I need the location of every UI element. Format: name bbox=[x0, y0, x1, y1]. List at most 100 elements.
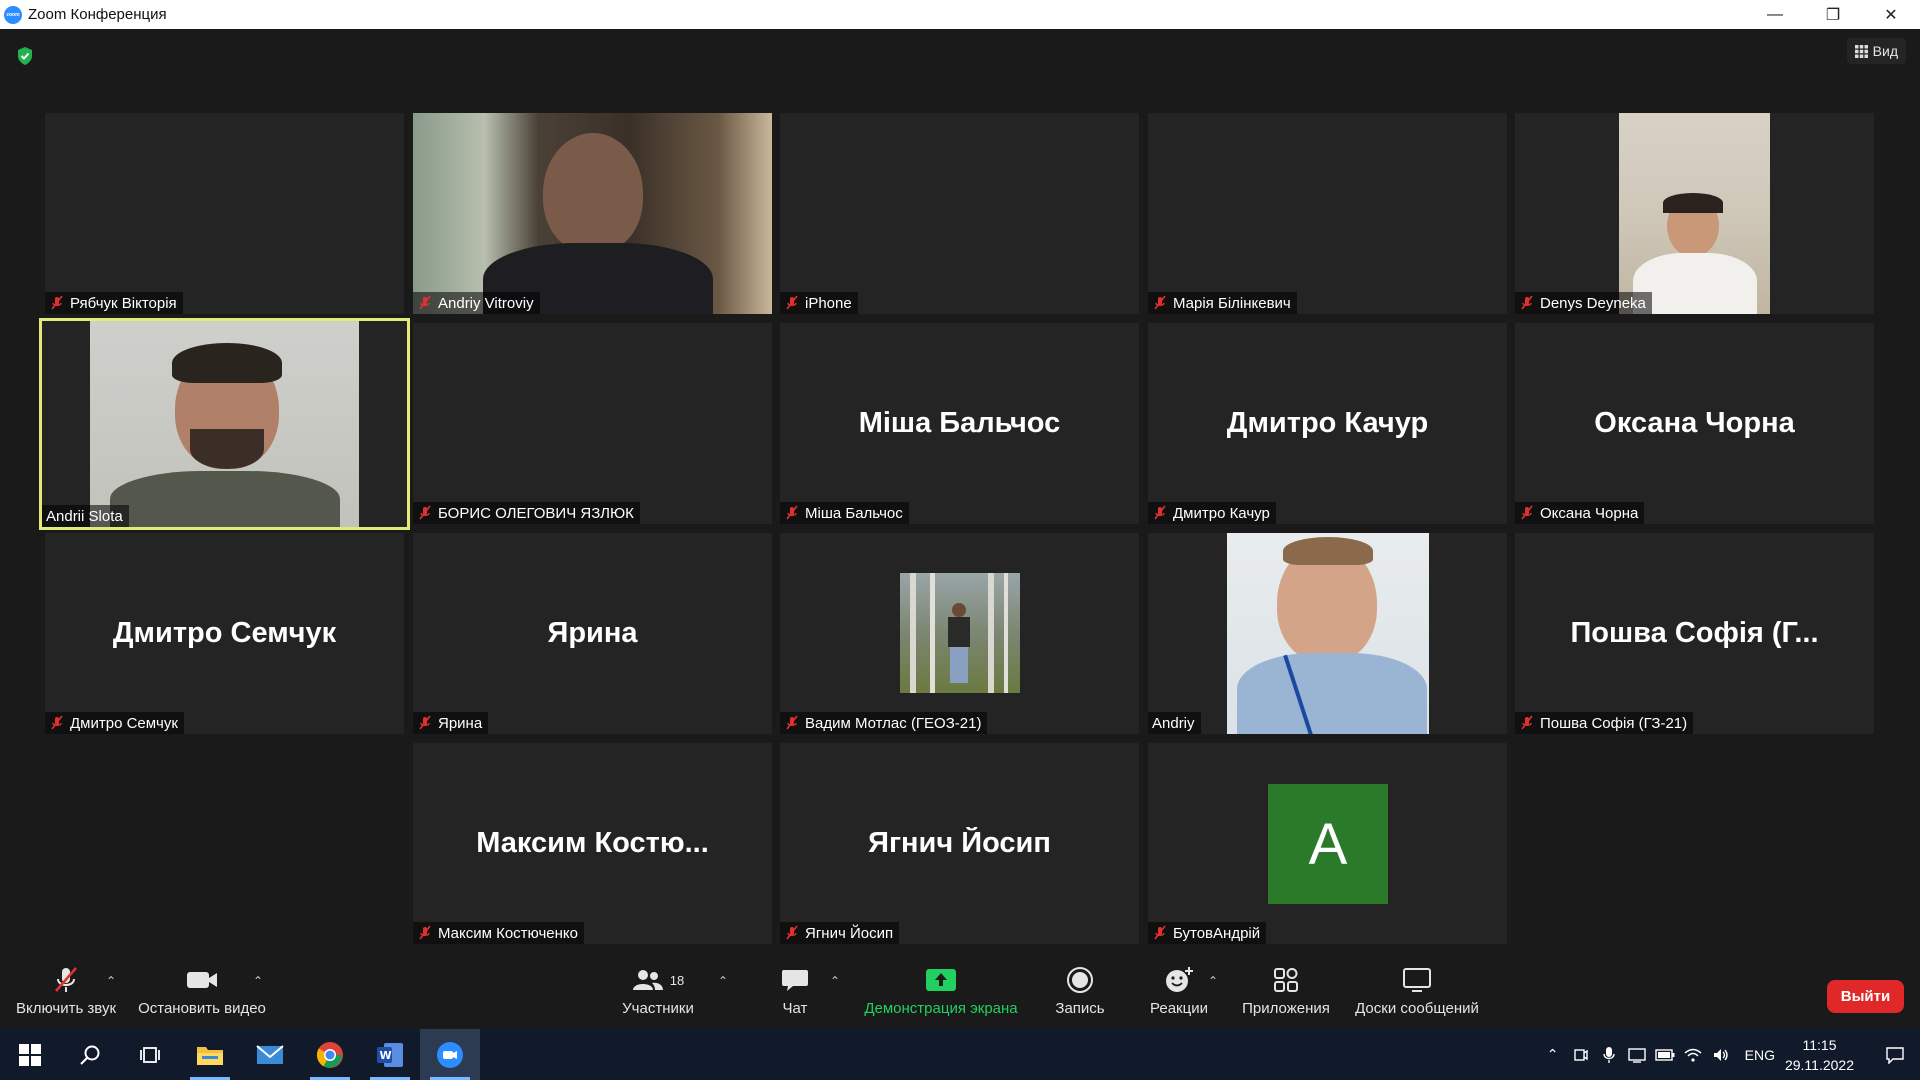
video-camera-icon bbox=[187, 972, 217, 988]
minimize-icon[interactable]: — bbox=[1746, 0, 1804, 29]
muted-mic-icon bbox=[1154, 925, 1166, 940]
taskbar-chrome[interactable] bbox=[300, 1029, 360, 1080]
zoom-app-icon bbox=[437, 1041, 463, 1068]
participant-name-bar: Дмитро Качур bbox=[1148, 502, 1276, 524]
chat-options-caret-icon[interactable]: ⌃ bbox=[830, 974, 840, 988]
taskbar-mail[interactable] bbox=[240, 1029, 300, 1080]
view-button[interactable]: Вид bbox=[1846, 38, 1906, 64]
input-language[interactable]: ENG bbox=[1745, 1047, 1775, 1063]
participants-options-caret-icon[interactable]: ⌃ bbox=[718, 974, 728, 988]
participant-name-bar: БОРИС ОЛЕГОВИЧ ЯЗЛЮК bbox=[413, 502, 640, 524]
stop-video-button[interactable]: Остановить видео bbox=[136, 960, 268, 1029]
participant-tile[interactable]: Оксана Чорна Оксана Чорна bbox=[1515, 323, 1874, 524]
participant-name: Дмитро Семчук bbox=[70, 714, 178, 732]
participant-tile[interactable]: A БутовАндрій bbox=[1148, 743, 1507, 944]
person-body bbox=[1237, 653, 1427, 734]
restore-icon[interactable]: ❐ bbox=[1804, 0, 1862, 29]
participant-name-bar: Andrii Slota bbox=[42, 505, 129, 527]
participant-tile[interactable]: Рябчук Вікторія bbox=[45, 113, 404, 314]
participant-display-name: Оксана Чорна bbox=[1594, 407, 1795, 439]
clock-date: 29.11.2022 bbox=[1784, 1056, 1854, 1073]
taskbar-zoom[interactable] bbox=[420, 1029, 480, 1080]
leave-meeting-button[interactable]: Выйти bbox=[1827, 980, 1904, 1013]
reactions-label: Реакции bbox=[1150, 1000, 1208, 1017]
participant-tile[interactable]: Максим Костю... Максим Костюченко bbox=[413, 743, 772, 944]
participant-tile[interactable]: Вадим Мотлас (ГЕОЗ-21) bbox=[780, 533, 1139, 734]
participant-tile[interactable]: Дмитро Качур Дмитро Качур bbox=[1148, 323, 1507, 524]
show-hidden-icons-chevron-icon[interactable]: ⌃ bbox=[1539, 1046, 1567, 1063]
participants-count: 18 bbox=[669, 972, 685, 988]
battery-icon[interactable] bbox=[1651, 1048, 1679, 1061]
participant-tile[interactable]: Пошва Софія (Г... Пошва Софія (ГЗ-21) bbox=[1515, 533, 1874, 734]
participant-tile[interactable]: Марія Білінкевич bbox=[1148, 113, 1507, 314]
audio-options-caret-icon[interactable]: ⌃ bbox=[106, 974, 116, 988]
clock[interactable]: 11:15 29.11.2022 bbox=[1785, 1035, 1854, 1075]
whiteboards-button[interactable]: Доски сообщений bbox=[1350, 960, 1484, 1029]
person-legs bbox=[950, 647, 968, 683]
video-options-caret-icon[interactable]: ⌃ bbox=[253, 974, 263, 988]
taskbar-word[interactable]: W bbox=[360, 1029, 420, 1080]
reactions-smiley-icon bbox=[1166, 967, 1193, 992]
participant-name-bar: Ягнич Йосип bbox=[780, 922, 900, 944]
participant-tile[interactable]: Міша Бальчос Міша Бальчос bbox=[780, 323, 1139, 524]
mail-icon bbox=[256, 1044, 284, 1064]
participant-name-bar: БутовАндрій bbox=[1148, 922, 1267, 944]
search-icon bbox=[80, 1045, 100, 1065]
participant-name-bar: iPhone bbox=[780, 292, 858, 314]
person-body bbox=[110, 471, 340, 527]
participant-name: Міша Бальчос bbox=[805, 504, 903, 522]
participant-name: Andriy Vitroviy bbox=[438, 294, 534, 312]
record-button[interactable]: Запись bbox=[1050, 960, 1110, 1029]
participant-name-bar: Denys Deyneka bbox=[1515, 292, 1652, 314]
apps-label: Приложения bbox=[1242, 1000, 1330, 1017]
task-view-button[interactable] bbox=[120, 1029, 180, 1080]
participant-display-name: Ярина bbox=[547, 617, 638, 649]
participants-button[interactable]: 18 Участники bbox=[618, 960, 698, 1029]
meet-now-icon[interactable] bbox=[1567, 1047, 1595, 1063]
microphone-tray-icon[interactable] bbox=[1595, 1046, 1623, 1064]
participant-name: Рябчук Вікторія bbox=[70, 294, 177, 312]
share-screen-button[interactable]: Демонстрация экрана bbox=[860, 960, 1022, 1029]
apps-button[interactable]: Приложения bbox=[1238, 960, 1334, 1029]
reactions-options-caret-icon[interactable]: ⌃ bbox=[1208, 974, 1218, 988]
start-button[interactable] bbox=[0, 1029, 60, 1080]
title-bar: zoom Zoom Конференция — ❐ ✕ bbox=[0, 0, 1920, 29]
chat-label: Чат bbox=[782, 1000, 808, 1017]
wifi-icon[interactable] bbox=[1679, 1047, 1707, 1063]
share-screen-icon bbox=[926, 969, 956, 991]
participant-display-name: Ягнич Йосип bbox=[868, 827, 1051, 859]
participant-tile[interactable]: Ярина Ярина bbox=[413, 533, 772, 734]
meeting-toolbar: Включить звук ⌃ Остановить видео ⌃ 18 Уч… bbox=[0, 960, 1920, 1029]
muted-mic-icon bbox=[1521, 715, 1533, 730]
participant-name-bar: Рябчук Вікторія bbox=[45, 292, 183, 314]
notifications-icon[interactable] bbox=[1870, 1046, 1920, 1064]
participant-display-name: Міша Бальчос bbox=[858, 407, 1061, 439]
security-shield-icon[interactable] bbox=[16, 46, 34, 66]
search-button[interactable] bbox=[60, 1029, 120, 1080]
folder-icon bbox=[197, 1046, 223, 1065]
muted-mic-icon bbox=[786, 715, 798, 730]
participant-tile[interactable]: БОРИС ОЛЕГОВИЧ ЯЗЛЮК bbox=[413, 323, 772, 524]
unmute-button[interactable]: Включить звук bbox=[12, 960, 120, 1029]
participant-name-bar: Марія Білінкевич bbox=[1148, 292, 1297, 314]
participant-avatar-photo bbox=[900, 573, 1020, 693]
participant-tile[interactable]: Andriy Vitroviy bbox=[413, 113, 772, 314]
participant-tile[interactable]: Andriy bbox=[1148, 533, 1507, 734]
participant-tile-active-speaker[interactable]: Andrii Slota bbox=[39, 318, 410, 530]
muted-mic-icon bbox=[51, 715, 63, 730]
participant-tile[interactable]: Дмитро Семчук Дмитро Семчук bbox=[45, 533, 404, 734]
participant-tile[interactable]: Denys Deyneka bbox=[1515, 113, 1874, 314]
participant-tile[interactable]: Ягнич Йосип Ягнич Йосип bbox=[780, 743, 1139, 944]
participant-name: Пошва Софія (ГЗ-21) bbox=[1540, 714, 1688, 732]
close-icon[interactable]: ✕ bbox=[1862, 0, 1920, 29]
reactions-button[interactable]: Реакции bbox=[1146, 960, 1212, 1029]
participant-tile[interactable]: iPhone bbox=[780, 113, 1139, 314]
volume-icon[interactable] bbox=[1707, 1047, 1735, 1063]
network-status-icon[interactable] bbox=[1623, 1047, 1651, 1063]
muted-mic-icon bbox=[419, 715, 431, 730]
taskbar-file-explorer[interactable] bbox=[180, 1029, 240, 1080]
participant-name: iPhone bbox=[805, 294, 852, 312]
chat-button[interactable]: Чат bbox=[770, 960, 820, 1029]
person-head bbox=[952, 603, 966, 617]
meeting-area: Вид Рябчук Вікторія Andriy Vitroviy iPho… bbox=[0, 29, 1920, 1029]
